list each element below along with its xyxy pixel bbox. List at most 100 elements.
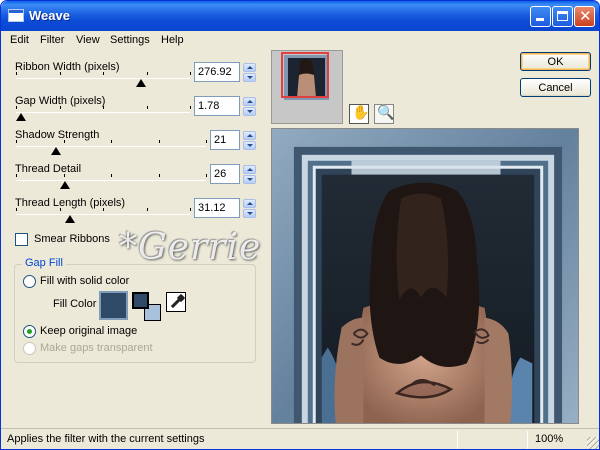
spin-up-icon[interactable]: [243, 97, 256, 106]
thread-length-input[interactable]: 31.12: [194, 198, 240, 218]
slider-tick: [206, 140, 207, 143]
transparent-gaps-label: Make gaps transparent: [40, 342, 153, 354]
ribbon-width-spinner[interactable]: [243, 63, 256, 82]
thread-length-track[interactable]: [16, 214, 190, 215]
menu-edit[interactable]: Edit: [10, 34, 29, 46]
watermark-signature: *Gerrie *: [119, 227, 293, 268]
thread-length-thumb[interactable]: [64, 215, 75, 223]
thread-detail-input[interactable]: 26: [210, 164, 240, 184]
shadow-strength-thumb[interactable]: [50, 147, 61, 155]
slider-tick: [59, 72, 61, 75]
gap-width-spinner[interactable]: [243, 97, 256, 116]
menu-bar: Edit Filter View Settings Help: [1, 31, 599, 50]
slider-tick: [146, 106, 148, 109]
smear-ribbons-checkbox[interactable]: [15, 233, 28, 246]
fill-solid-radio[interactable]: [23, 275, 36, 288]
preview-canvas[interactable]: [271, 128, 579, 424]
close-button[interactable]: ✕: [574, 6, 595, 27]
slider-tick: [63, 174, 65, 177]
menu-settings[interactable]: Settings: [110, 34, 150, 46]
spin-down-icon[interactable]: [243, 209, 256, 218]
gap-width-track[interactable]: [16, 112, 190, 113]
cancel-button[interactable]: Cancel: [520, 78, 591, 97]
slider-tick: [16, 72, 17, 75]
spin-down-icon[interactable]: [243, 73, 256, 82]
transparent-gaps-radio: [23, 342, 36, 355]
slider-tick: [103, 208, 104, 211]
slider-tick: [59, 106, 61, 109]
keep-original-radio[interactable]: [23, 325, 36, 338]
hand-icon: ✋: [352, 105, 370, 121]
keep-original-label: Keep original image: [40, 325, 138, 337]
slider-tick: [146, 208, 148, 211]
thread-detail-thumb[interactable]: [60, 181, 71, 189]
slider-tick: [16, 174, 17, 177]
slider-tick: [111, 140, 112, 143]
gap-width-input[interactable]: 1.78: [194, 96, 240, 116]
spin-up-icon[interactable]: [243, 131, 256, 140]
menu-help[interactable]: Help: [161, 34, 184, 46]
shadow-strength-input[interactable]: 21: [210, 130, 240, 150]
window-title: Weave: [29, 8, 70, 23]
weave-dialog: Weave ✕ Edit Filter View Settings Help R…: [0, 0, 600, 450]
slider-tick: [16, 208, 17, 211]
ribbon-width-track[interactable]: [16, 78, 190, 79]
slider-tick: [158, 140, 160, 143]
minimize-icon: [536, 18, 544, 21]
shadow-strength-label: Shadow Strength: [15, 129, 100, 141]
status-bar: Applies the filter with the current sett…: [1, 428, 599, 449]
thread-detail-track[interactable]: [16, 180, 206, 181]
shadow-strength-track[interactable]: [16, 146, 206, 147]
thread-detail-spinner[interactable]: [243, 165, 256, 184]
fill-color-label: Fill Color: [53, 298, 97, 310]
thread-length-label: Thread Length (pixels): [15, 197, 126, 209]
spin-up-icon[interactable]: [243, 63, 256, 72]
zoom-tool-button[interactable]: 🔍: [374, 104, 394, 124]
thread-length-spinner[interactable]: [243, 199, 256, 218]
close-icon: ✕: [579, 7, 592, 25]
slider-tick: [103, 106, 104, 109]
magnifier-icon: 🔍: [377, 105, 395, 121]
status-separator: [527, 431, 528, 449]
zoom-level: 100%: [535, 433, 564, 445]
slider-tick: [103, 72, 104, 75]
minimize-button[interactable]: [530, 6, 551, 27]
slider-tick: [158, 174, 160, 177]
foreground-color-swatch[interactable]: [132, 292, 149, 309]
status-separator: [457, 431, 458, 449]
title-bar[interactable]: Weave ✕: [1, 1, 599, 31]
ribbon-width-input[interactable]: 276.92: [194, 62, 240, 82]
slider-tick: [16, 106, 17, 109]
spin-down-icon[interactable]: [243, 107, 256, 116]
slider-tick: [111, 174, 112, 177]
pan-tool-button[interactable]: ✋: [349, 104, 369, 124]
spin-up-icon[interactable]: [243, 199, 256, 208]
maximize-button[interactable]: [552, 6, 573, 27]
smear-ribbons-label: Smear Ribbons: [34, 233, 110, 245]
maximize-icon: [557, 11, 568, 21]
ok-button[interactable]: OK: [520, 52, 591, 71]
eyedropper-icon[interactable]: [166, 292, 186, 312]
fill-solid-label: Fill with solid color: [40, 275, 130, 287]
gap-width-thumb[interactable]: [16, 113, 27, 121]
thread-detail-label: Thread Detail: [15, 163, 82, 175]
slider-tick: [16, 140, 17, 143]
spin-up-icon[interactable]: [243, 165, 256, 174]
menu-view[interactable]: View: [76, 34, 100, 46]
window-icon: [8, 9, 24, 22]
slider-tick: [190, 72, 191, 75]
navigator-viewport[interactable]: [281, 52, 329, 98]
menu-filter[interactable]: Filter: [40, 34, 64, 46]
slider-tick: [206, 174, 207, 177]
slider-tick: [190, 208, 191, 211]
spin-down-icon[interactable]: [243, 141, 256, 150]
shadow-strength-spinner[interactable]: [243, 131, 256, 150]
ribbon-width-thumb[interactable]: [136, 79, 147, 87]
slider-tick: [63, 140, 65, 143]
spin-down-icon[interactable]: [243, 175, 256, 184]
status-message: Applies the filter with the current sett…: [7, 433, 205, 445]
slider-tick: [190, 106, 191, 109]
resize-grip[interactable]: [587, 437, 599, 449]
fill-color-swatch[interactable]: [99, 291, 128, 320]
gap-fill-title: Gap Fill: [22, 257, 66, 269]
